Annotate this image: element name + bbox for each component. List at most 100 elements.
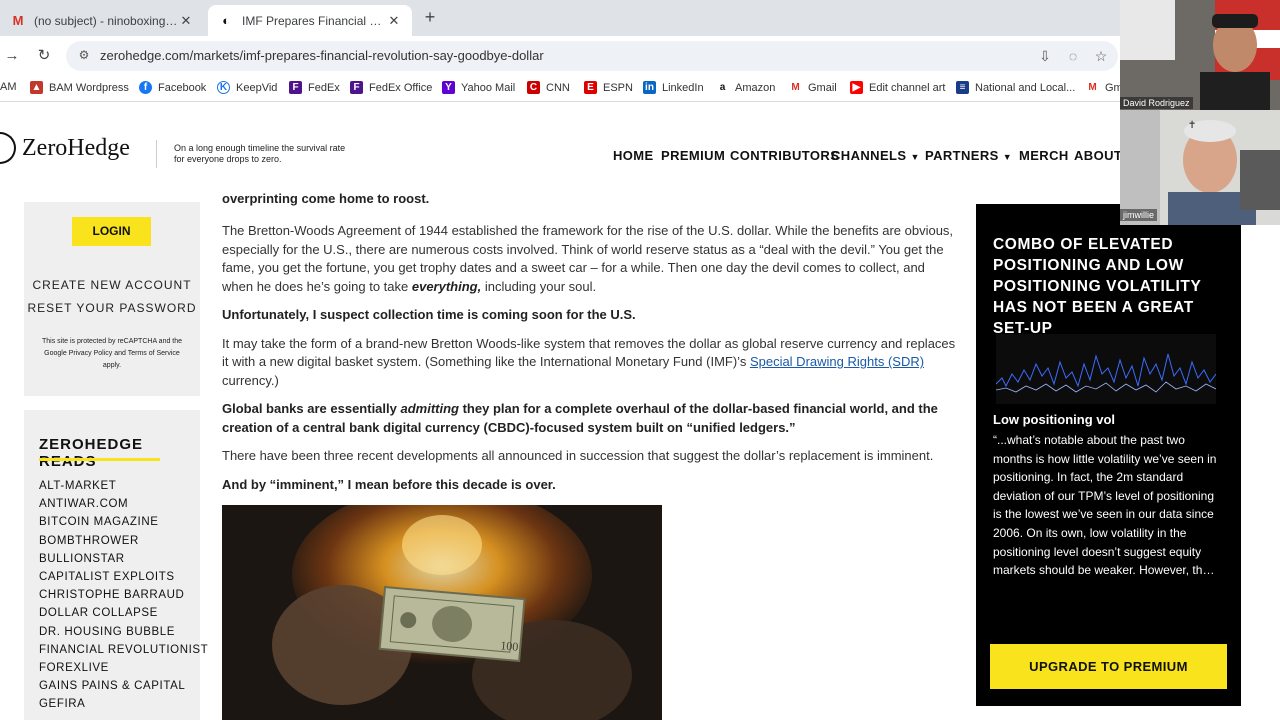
- webcam-name-label: David Rodriguez: [1120, 97, 1193, 109]
- navigation-bar: → ↻ ⚙ zerohedge.com/markets/imf-prepares…: [0, 36, 1120, 76]
- zerohedge-icon: ◐: [222, 13, 230, 28]
- bookmark-item[interactable]: Y Yahoo Mail: [442, 81, 515, 94]
- facebook-icon: f: [139, 81, 152, 94]
- yahoo-icon: Y: [442, 81, 455, 94]
- nav-contributors[interactable]: CONTRIBUTORS: [730, 148, 839, 163]
- bookmark-item[interactable]: ▲ BAM Wordpress: [30, 81, 129, 94]
- reads-link[interactable]: ALT-MARKET: [39, 480, 208, 498]
- youtube-icon: ▶: [850, 81, 863, 94]
- close-icon[interactable]: ✕: [178, 13, 194, 29]
- burning-dollar-illustration: 100: [222, 505, 662, 720]
- webcam-feed: ✝: [1120, 0, 1280, 225]
- reads-list: ALT-MARKET ANTIWAR.COM BITCOIN MAGAZINE …: [39, 480, 208, 716]
- article-paragraph: The Bretton-Woods Agreement of 1944 esta…: [222, 223, 954, 294]
- bookmark-item[interactable]: F FedEx: [289, 81, 340, 94]
- reads-link[interactable]: FOREXLIVE: [39, 662, 208, 680]
- tab-title: (no subject) - ninoboxing@gmail.com: [34, 13, 178, 28]
- article-paragraph: There have been three recent development…: [222, 448, 934, 463]
- upgrade-premium-button[interactable]: UPGRADE TO PREMIUM: [990, 644, 1227, 689]
- site-tagline: On a long enough timeline the survival r…: [174, 143, 346, 164]
- nav-partners[interactable]: PARTNERS ▼: [925, 148, 1012, 163]
- site-header: ZeroHedge On a long enough timeline the …: [0, 102, 1122, 202]
- webcam-name-label: jimwillie: [1120, 209, 1157, 221]
- article-paragraph: Unfortunately, I suspect collection time…: [222, 307, 636, 322]
- bookmark-item[interactable]: M Gmail: [789, 81, 837, 94]
- gmail-icon: M: [12, 13, 24, 28]
- header-divider: [156, 140, 157, 168]
- bookmark-item[interactable]: M Gm: [1086, 81, 1123, 94]
- article-cut-line: overprinting come home to roost.: [222, 191, 430, 206]
- reads-heading: ZEROHEDGE READS: [39, 436, 144, 470]
- reads-link[interactable]: DOLLAR COLLAPSE: [39, 607, 208, 625]
- reload-icon[interactable]: ↻: [34, 46, 54, 66]
- svg-text:100: 100: [500, 638, 519, 654]
- install-icon[interactable]: ⇩: [1036, 47, 1054, 65]
- site-logo[interactable]: ZeroHedge: [0, 132, 130, 164]
- reset-password-link[interactable]: RESET YOUR PASSWORD: [24, 301, 200, 315]
- reads-link[interactable]: BULLIONSTAR: [39, 553, 208, 571]
- sdr-link[interactable]: Special Drawing Rights (SDR): [750, 354, 924, 369]
- tab-zerohedge[interactable]: ◐ IMF Prepares Financial Revolution ✕: [208, 5, 412, 36]
- ad-quote: “...what’s notable about the past two mo…: [993, 433, 1217, 578]
- reads-link[interactable]: BOMBTHROWER: [39, 535, 208, 553]
- article-paragraph: And by “imminent,” I mean before this de…: [222, 476, 556, 492]
- close-icon[interactable]: ✕: [386, 13, 402, 29]
- bookmark-item[interactable]: C CNN: [527, 81, 570, 94]
- bam-icon: ▲: [30, 81, 43, 94]
- caret-down-icon: ▼: [1002, 152, 1013, 162]
- bookmark-star-icon[interactable]: ☆: [1092, 47, 1110, 65]
- zerohedge-reads-panel: ZEROHEDGE READS ALT-MARKET ANTIWAR.COM B…: [24, 410, 208, 720]
- address-bar[interactable]: ⚙ zerohedge.com/markets/imf-prepares-fin…: [66, 41, 1118, 71]
- amazon-icon: a: [716, 81, 729, 94]
- reads-link[interactable]: ANTIWAR.COM: [39, 498, 208, 516]
- nav-channels[interactable]: CHANNELS ▼: [831, 148, 920, 163]
- reads-link[interactable]: GAINS PAINS & CAPITAL: [39, 680, 208, 698]
- gmail-icon: M: [789, 81, 802, 94]
- keepvid-icon: K: [217, 81, 230, 94]
- bookmark-item[interactable]: ≡ National and Local...: [956, 81, 1075, 94]
- bookmark-item[interactable]: K KeepVid: [217, 81, 277, 94]
- url-text[interactable]: zerohedge.com/markets/imf-prepares-finan…: [100, 48, 544, 63]
- nav-merch[interactable]: MERCH: [1019, 148, 1069, 163]
- bookmark-item[interactable]: AM: [0, 81, 17, 93]
- nav-about[interactable]: ABOUT: [1074, 148, 1122, 163]
- reads-link[interactable]: CAPITALIST EXPLOITS: [39, 571, 208, 589]
- tab-title: IMF Prepares Financial Revolution: [242, 13, 386, 28]
- ad-headline: COMBO OF ELEVATED POSITIONING AND LOW PO…: [993, 236, 1202, 337]
- eye-off-icon[interactable]: ◌: [1064, 47, 1082, 65]
- reads-link[interactable]: FINANCIAL REVOLUTIONIST: [39, 644, 208, 662]
- zerohedge-logo-icon: [0, 132, 16, 164]
- bookmark-item[interactable]: in LinkedIn: [643, 81, 704, 94]
- gmail-icon: M: [1086, 81, 1099, 94]
- bookmark-item[interactable]: E ESPN: [584, 81, 633, 94]
- bookmark-item[interactable]: a Amazon: [716, 81, 775, 94]
- nav-home[interactable]: HOME: [613, 148, 654, 163]
- article-paragraph: Global banks are essentially admitting t…: [222, 401, 938, 435]
- reads-link[interactable]: DR. HOUSING BUBBLE: [39, 626, 208, 644]
- reads-link[interactable]: BITCOIN MAGAZINE: [39, 516, 208, 534]
- login-button[interactable]: LOGIN: [72, 217, 151, 246]
- reads-link[interactable]: GEFIRA: [39, 698, 208, 716]
- premium-ad[interactable]: COMBO OF ELEVATED POSITIONING AND LOW PO…: [976, 204, 1241, 706]
- site-info-icon[interactable]: ⚙: [76, 48, 92, 64]
- caret-down-icon: ▼: [910, 152, 920, 162]
- reads-link[interactable]: CHRISTOPHE BARRAUD: [39, 589, 208, 607]
- bookmark-item[interactable]: f Facebook: [139, 81, 206, 94]
- espn-icon: E: [584, 81, 597, 94]
- nav-premium[interactable]: PREMIUM: [661, 148, 725, 163]
- bookmark-item[interactable]: ▶ Edit channel art: [850, 81, 945, 94]
- fedex-icon: F: [289, 81, 302, 94]
- bookmark-item[interactable]: F FedEx Office: [350, 81, 432, 94]
- article-paragraph: It may take the form of a brand-new Bret…: [222, 335, 956, 388]
- new-tab-icon[interactable]: +: [420, 7, 440, 27]
- fedex-icon: F: [350, 81, 363, 94]
- cnn-icon: C: [527, 81, 540, 94]
- svg-text:✝: ✝: [1188, 120, 1196, 131]
- bookmarks-bar: AM ▲ BAM Wordpress f Facebook K KeepVid F Fe…: [0, 76, 1123, 102]
- article-body: overprinting come home to roost. The Bre…: [222, 191, 957, 504]
- tab-gmail[interactable]: M (no subject) - ninoboxing@gmail.com ✕: [0, 5, 204, 36]
- create-account-link[interactable]: CREATE NEW ACCOUNT: [24, 278, 200, 292]
- forward-icon[interactable]: →: [2, 46, 22, 66]
- ad-subtitle: Low positioning vol: [993, 412, 1116, 427]
- recaptcha-notice: This site is protected by reCAPTCHA and …: [41, 338, 183, 369]
